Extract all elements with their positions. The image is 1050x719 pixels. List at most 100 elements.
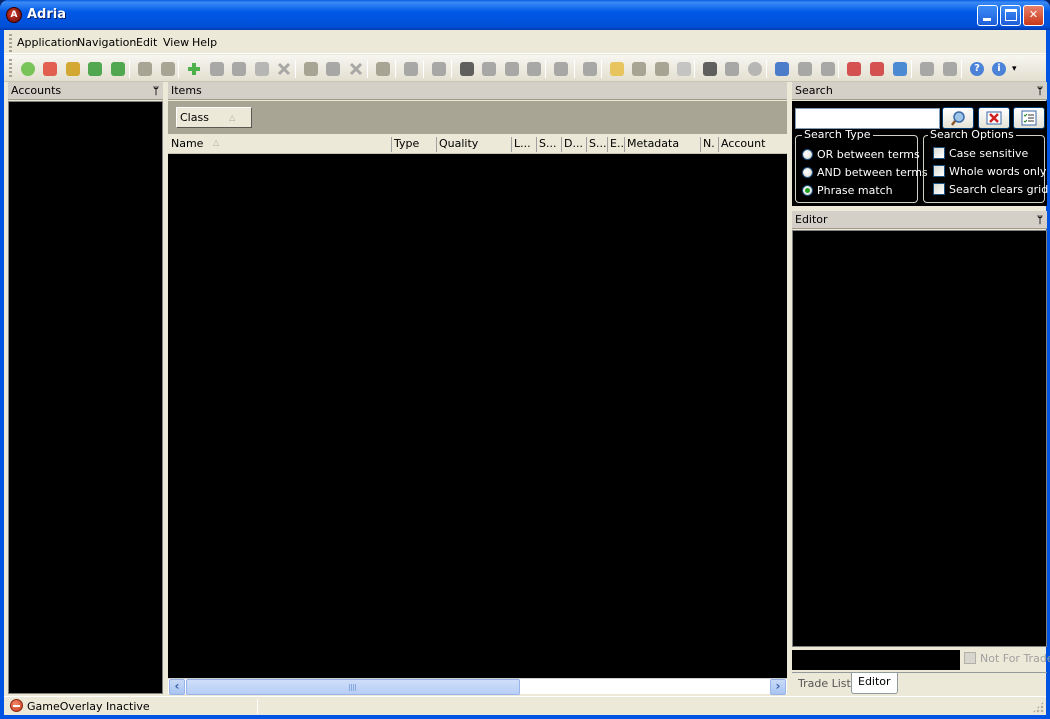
spellcheck-button[interactable]: [402, 60, 420, 78]
edit-button[interactable]: [230, 60, 248, 78]
menu-edit[interactable]: Edit: [136, 36, 157, 49]
magic-wand-price-icon: [821, 62, 835, 76]
check-button[interactable]: [19, 60, 37, 78]
blank-button[interactable]: [374, 60, 392, 78]
select-button[interactable]: [458, 60, 476, 78]
export-button[interactable]: [86, 60, 104, 78]
scroll-left-button[interactable]: ‹: [169, 679, 185, 695]
trade-window-button[interactable]: [891, 60, 909, 78]
radio-or-terms[interactable]: OR between terms: [802, 148, 920, 161]
radio-button-selected[interactable]: [802, 185, 813, 196]
checkbox-whole-words[interactable]: Whole words only: [933, 165, 1046, 178]
checkbox-search-clears-grid[interactable]: Search clears grid: [933, 183, 1048, 196]
eraser-button[interactable]: [253, 60, 271, 78]
cut-button[interactable]: [503, 60, 521, 78]
column-header[interactable]: N.: [700, 137, 718, 152]
horizontal-scrollbar[interactable]: ‹ ›: [168, 678, 787, 695]
menu-application[interactable]: Application: [17, 36, 78, 49]
blank-3-button[interactable]: [653, 60, 671, 78]
delete-button[interactable]: [275, 60, 293, 78]
clear-search-button[interactable]: [978, 107, 1010, 129]
magic-wand-button[interactable]: [796, 60, 814, 78]
notes-button[interactable]: [302, 60, 320, 78]
column-header[interactable]: L...: [511, 137, 536, 152]
add-button[interactable]: [185, 60, 203, 78]
copy-2-button[interactable]: [723, 60, 741, 78]
magic-wand-price-button[interactable]: [819, 60, 837, 78]
import-button[interactable]: [109, 60, 127, 78]
first-aid-kit-button[interactable]: [41, 60, 59, 78]
find-document-button[interactable]: [941, 60, 959, 78]
radio-button[interactable]: [802, 149, 813, 160]
checkbox[interactable]: [933, 147, 945, 159]
trade-price-button[interactable]: [868, 60, 886, 78]
toolbar-separator: [451, 60, 452, 78]
help-button[interactable]: ?: [968, 60, 986, 78]
back-button[interactable]: [746, 60, 764, 78]
editor-area[interactable]: [792, 230, 1047, 647]
items-grid[interactable]: [168, 154, 787, 678]
editor-input[interactable]: [792, 650, 960, 670]
save-button[interactable]: [581, 60, 599, 78]
info-button[interactable]: i: [990, 60, 1008, 78]
copy-button[interactable]: [480, 60, 498, 78]
search-options-button[interactable]: [1013, 107, 1045, 129]
column-header[interactable]: S...: [536, 137, 561, 152]
scroll-right-button[interactable]: ›: [770, 679, 786, 695]
column-header[interactable]: Quality: [436, 137, 511, 152]
undo-button[interactable]: [552, 60, 570, 78]
search-button[interactable]: [942, 107, 974, 129]
menu-help[interactable]: Help: [192, 36, 217, 49]
add-user-button[interactable]: [208, 60, 226, 78]
tab-trade-list[interactable]: Trade List: [792, 675, 857, 694]
document-gray-2-button[interactable]: [159, 60, 177, 78]
spellcheck-2-button[interactable]: [918, 60, 936, 78]
title-bar[interactable]: A Adria ✕: [0, 0, 1050, 30]
select-2-button[interactable]: [701, 60, 719, 78]
column-header[interactable]: Type: [391, 137, 436, 152]
column-header[interactable]: Metadata: [624, 137, 700, 152]
link-button[interactable]: [324, 60, 342, 78]
grid-button[interactable]: [773, 60, 791, 78]
column-header[interactable]: Account: [718, 137, 788, 152]
resize-grip[interactable]: [1032, 701, 1044, 713]
tab-editor[interactable]: Editor: [851, 673, 898, 694]
group-by-class-chip[interactable]: Class △: [176, 107, 252, 128]
close-button[interactable]: ✕: [1023, 5, 1044, 26]
column-header[interactable]: D...: [561, 137, 586, 152]
radio-button[interactable]: [802, 167, 813, 178]
radio-phrase-match[interactable]: Phrase match: [802, 184, 893, 197]
menu-navigation[interactable]: Navigation: [77, 36, 136, 49]
clear-table-button[interactable]: [430, 60, 448, 78]
delete-2-button[interactable]: [347, 60, 365, 78]
column-header[interactable]: Name △: [169, 137, 391, 152]
toolbar-separator: [367, 60, 368, 78]
column-header[interactable]: E..: [607, 137, 624, 152]
document-gray-button[interactable]: [136, 60, 154, 78]
scroll-thumb[interactable]: [186, 679, 520, 695]
open-folder-button[interactable]: [608, 60, 626, 78]
minimize-button[interactable]: [977, 5, 998, 26]
toolbar-overflow-icon[interactable]: ▾: [1012, 64, 1017, 74]
toolbar-grip[interactable]: [9, 59, 12, 77]
pin-icon[interactable]: ᛘ: [1037, 212, 1043, 229]
pin-icon[interactable]: ᛘ: [153, 83, 159, 100]
blank-2-button[interactable]: [630, 60, 648, 78]
pin-icon[interactable]: ᛘ: [1037, 83, 1043, 100]
trade-out-button[interactable]: [845, 60, 863, 78]
gear-document-button[interactable]: [64, 60, 82, 78]
paste-button[interactable]: [525, 60, 543, 78]
menu-view[interactable]: View: [163, 36, 189, 49]
accounts-list[interactable]: [8, 101, 163, 694]
search-input[interactable]: [795, 108, 940, 129]
checkbox[interactable]: [933, 165, 945, 177]
settings-button[interactable]: [675, 60, 693, 78]
toolbar-separator: [574, 60, 575, 78]
maximize-button[interactable]: [1000, 5, 1021, 26]
column-header[interactable]: S...: [586, 137, 607, 152]
radio-and-terms[interactable]: AND between terms: [802, 166, 928, 179]
checkbox[interactable]: [933, 183, 945, 195]
checkbox-case-sensitive[interactable]: Case sensitive: [933, 147, 1028, 160]
status-bar: GameOverlay Inactive: [4, 696, 1046, 715]
menu-grip[interactable]: [9, 34, 12, 52]
